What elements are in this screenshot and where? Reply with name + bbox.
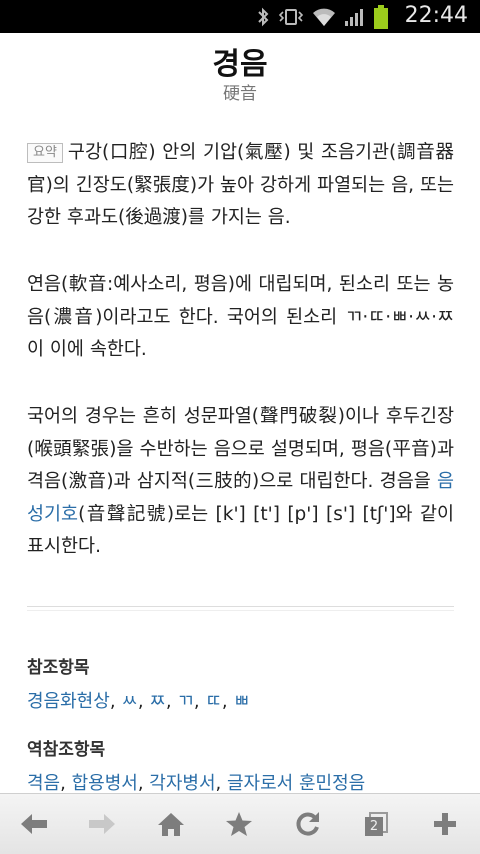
page-title: 경음 <box>212 47 268 82</box>
refresh-icon <box>295 811 321 837</box>
body-text-before-link: 국어의 경우는 흔히 성문파열(聲門破裂)이나 후두긴장(喉頭緊張)을 수반하는… <box>27 406 454 492</box>
reverse-reference-link[interactable]: 격음 <box>27 773 60 793</box>
body-text-after-link: (音聲記號)로는 [k'] [t'] [p'] [s'] [tʃ']와 같이 표… <box>27 503 454 558</box>
page-subtitle-hanja: 硬音 <box>223 84 257 104</box>
reference-link[interactable]: ㄲ <box>177 691 194 712</box>
new-tab-button[interactable] <box>411 794 479 854</box>
article-content: 경음 硬音 요약 구강(口腔) 안의 기압(氣壓) 및 조음기관(調音器官)의 긴… <box>0 33 480 793</box>
wifi-icon <box>312 6 336 28</box>
tabs-button[interactable]: 2 <box>342 794 410 854</box>
refresh-button[interactable] <box>274 794 342 854</box>
body-paragraph-2: 국어의 경우는 흔히 성문파열(聲門破裂)이나 후두긴장(喉頭緊張)을 수반하는… <box>27 401 454 564</box>
reference-link[interactable]: 경음화현상 <box>27 691 110 712</box>
reference-link[interactable]: ㅉ <box>149 691 166 712</box>
reference-link[interactable]: ㅃ <box>233 691 250 712</box>
summary-text: 구강(口腔) 안의 기압(氣壓) 및 조음기관(調音器官)의 긴장도(緊張度)가… <box>27 142 454 228</box>
forward-arrow-icon <box>87 811 117 837</box>
reverse-references-heading: 역참조항목 <box>27 740 106 760</box>
back-button[interactable] <box>0 794 68 854</box>
vibrate-icon <box>278 8 304 26</box>
tabs-count: 2 <box>369 819 379 834</box>
reverse-reference-link[interactable]: 글자로서 훈민정음 <box>227 773 365 793</box>
bookmark-button[interactable] <box>205 794 273 854</box>
reference-link[interactable]: ㅆ <box>121 691 138 712</box>
summary-paragraph: 요약 구강(口腔) 안의 기압(氣壓) 및 조음기관(調音器官)의 긴장도(緊張度… <box>27 137 454 235</box>
status-icons <box>256 5 388 29</box>
reverse-references-links: 격음, 합용병서, 각자병서, 글자로서 훈민정음 <box>27 773 366 793</box>
plus-icon <box>432 811 458 837</box>
body-paragraph-1: 연음(軟音:예사소리, 평음)에 대립되며, 된소리 또는 농음(濃音)이라고도… <box>27 274 454 360</box>
section-divider <box>27 606 454 607</box>
bluetooth-icon <box>256 7 270 27</box>
references-heading: 참조항목 <box>27 658 90 678</box>
summary-tag: 요약 <box>27 143 63 163</box>
forward-button[interactable] <box>68 794 136 854</box>
reverse-reference-link[interactable]: 각자병서 <box>149 773 215 793</box>
reference-link[interactable]: ㄸ <box>205 691 222 712</box>
clock: 22:44 <box>404 3 468 28</box>
references-links: 경음화현상, ㅆ, ㅉ, ㄲ, ㄸ, ㅃ <box>27 691 250 712</box>
tabs-icon: 2 <box>362 811 390 837</box>
signal-icon <box>344 7 366 27</box>
section-divider-secondary <box>27 610 454 611</box>
browser-toolbar: 2 <box>0 793 480 854</box>
reverse-reference-link[interactable]: 합용병서 <box>72 773 138 793</box>
star-icon <box>225 811 253 837</box>
home-icon <box>157 811 185 837</box>
status-bar: 22:44 <box>0 0 480 33</box>
home-button[interactable] <box>137 794 205 854</box>
battery-icon <box>374 5 388 29</box>
back-arrow-icon <box>19 811 49 837</box>
